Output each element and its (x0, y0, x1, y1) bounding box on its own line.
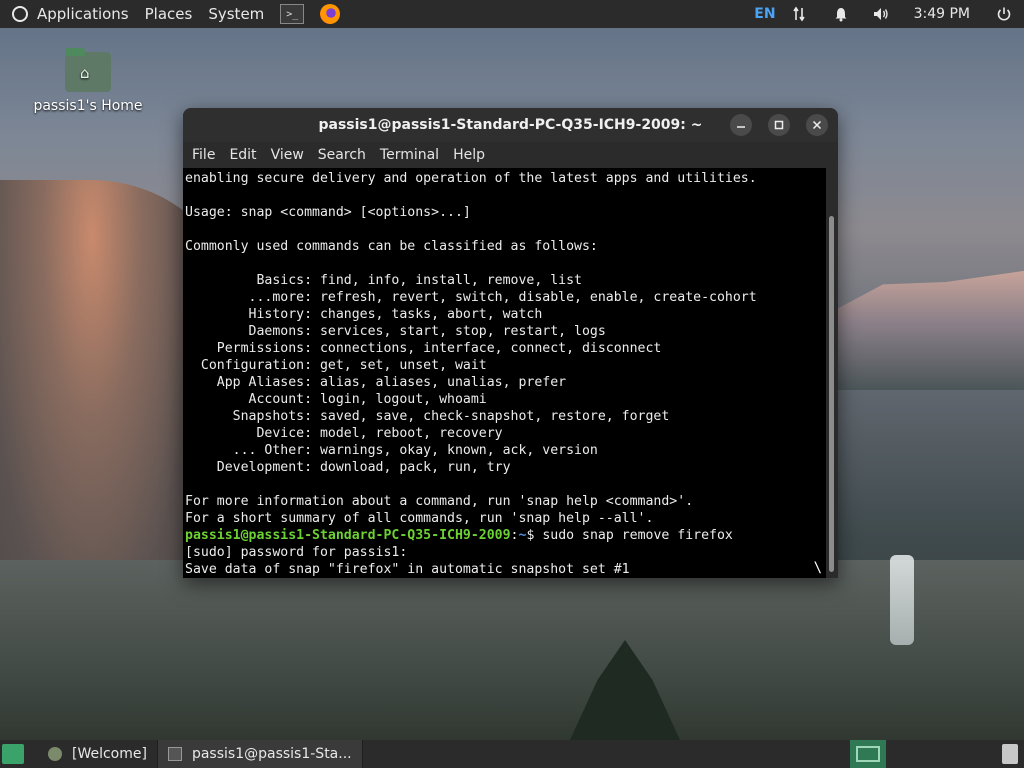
speaker-icon (873, 8, 888, 20)
prompt-command: $ sudo snap remove firefox (526, 528, 733, 543)
taskbar-label: passis1@passis1-Sta... (191, 746, 352, 762)
top-panel: Applications Places System >_ EN 3:49 PM (0, 0, 1024, 28)
terminal-launcher[interactable]: >_ (272, 0, 312, 28)
terminal-line: ...more: refresh, revert, switch, disabl… (185, 290, 757, 305)
terminal-line: Commonly used commands can be classified… (185, 239, 598, 254)
terminal-line: Daemons: services, start, stop, restart,… (185, 324, 606, 339)
show-desktop-button[interactable] (2, 744, 24, 764)
minimize-button[interactable] (730, 114, 752, 136)
bell-icon (835, 8, 847, 22)
bottom-panel: [Welcome] passis1@passis1-Sta... (0, 740, 1024, 768)
wallpaper-valley (0, 560, 1024, 740)
terminal-line: enabling secure delivery and operation o… (185, 171, 757, 186)
close-button[interactable] (806, 114, 828, 136)
terminal-line: Configuration: get, set, unset, wait (185, 358, 487, 373)
house-icon: ⌂ (80, 64, 90, 82)
menu-terminal[interactable]: Terminal (373, 147, 446, 163)
terminal-line: Development: download, pack, run, try (185, 460, 511, 475)
minimize-icon (737, 126, 745, 128)
taskbar-item-terminal[interactable]: passis1@passis1-Sta... (157, 740, 363, 768)
terminal-line: Account: login, logout, whoami (185, 392, 487, 407)
keyboard-language-indicator[interactable]: EN (746, 0, 783, 28)
network-indicator[interactable] (784, 0, 814, 28)
menu-search[interactable]: Search (311, 147, 373, 163)
terminal-titlebar[interactable]: passis1@passis1-Standard-PC-Q35-ICH9-200… (183, 108, 838, 142)
home-folder-label: passis1's Home (33, 98, 143, 114)
firefox-icon (320, 4, 341, 24)
close-icon (812, 120, 822, 130)
terminal-line: ... Other: warnings, okay, known, ack, v… (185, 443, 598, 458)
power-menu[interactable] (988, 0, 1020, 28)
window-title: passis1@passis1-Standard-PC-Q35-ICH9-200… (318, 117, 703, 133)
menu-help[interactable]: Help (446, 147, 492, 163)
terminal-text: enabling secure delivery and operation o… (183, 168, 826, 578)
places-menu[interactable]: Places (137, 0, 201, 28)
taskbar-item-welcome[interactable]: [Welcome] (38, 740, 158, 768)
ubuntu-logo-icon (12, 6, 28, 22)
menu-edit[interactable]: Edit (222, 147, 263, 163)
scrollbar-thumb[interactable] (829, 216, 834, 572)
terminal-output[interactable]: enabling secure delivery and operation o… (183, 168, 826, 578)
taskbar-label: [Welcome] (72, 746, 147, 762)
terminal-line: Usage: snap <command> [<options>...] (185, 205, 471, 220)
terminal-window[interactable]: passis1@passis1-Standard-PC-Q35-ICH9-200… (183, 108, 838, 578)
terminal-line: Snapshots: saved, save, check-snapshot, … (185, 409, 670, 424)
maximize-button[interactable] (768, 114, 790, 136)
terminal-icon: >_ (280, 4, 305, 24)
terminal-line: App Aliases: alias, aliases, unalias, pr… (185, 375, 567, 390)
wallpaper-mountains (820, 270, 1024, 390)
terminal-line: [sudo] password for passis1: (185, 545, 408, 560)
workspace-1[interactable] (856, 746, 880, 762)
terminal-line: Permissions: connections, interface, con… (185, 341, 662, 356)
firefox-launcher[interactable] (312, 0, 348, 28)
folder-home-icon: ⌂ (65, 48, 111, 92)
terminal-scrollbar[interactable] (826, 168, 838, 578)
gear-icon (48, 747, 62, 761)
menu-view[interactable]: View (264, 147, 311, 163)
terminal-icon (167, 747, 182, 761)
system-menu[interactable]: System (200, 0, 272, 28)
wallpaper-waterfall (890, 555, 914, 645)
desktop-home-folder[interactable]: ⌂ passis1's Home (30, 48, 146, 114)
progress-spinner: \ (813, 560, 822, 576)
terminal-line: Basics: find, info, install, remove, lis… (185, 273, 582, 288)
maximize-icon (774, 120, 784, 130)
menu-file[interactable]: File (185, 147, 222, 163)
terminal-line: Save data of snap "firefox" in automatic… (185, 562, 630, 577)
notifications-indicator[interactable] (826, 0, 856, 28)
terminal-line: For a short summary of all commands, run… (185, 511, 654, 526)
workspace-switcher[interactable] (850, 740, 886, 768)
applications-label: Applications (37, 5, 129, 23)
network-icon (792, 6, 805, 22)
applications-menu[interactable]: Applications (0, 0, 137, 28)
trash-icon[interactable] (1002, 744, 1018, 764)
clock[interactable]: 3:49 PM (906, 0, 978, 28)
prompt-user: passis1@passis1-Standard-PC-Q35-ICH9-200… (185, 528, 511, 543)
terminal-prompt-line: passis1@passis1-Standard-PC-Q35-ICH9-200… (185, 527, 826, 544)
volume-indicator[interactable] (864, 0, 898, 28)
terminal-line: For more information about a command, ru… (185, 494, 694, 509)
terminal-line: Device: model, reboot, recovery (185, 426, 503, 441)
power-icon (997, 7, 1011, 21)
terminal-menubar: File Edit View Search Terminal Help (183, 142, 838, 168)
terminal-line: History: changes, tasks, abort, watch (185, 307, 543, 322)
